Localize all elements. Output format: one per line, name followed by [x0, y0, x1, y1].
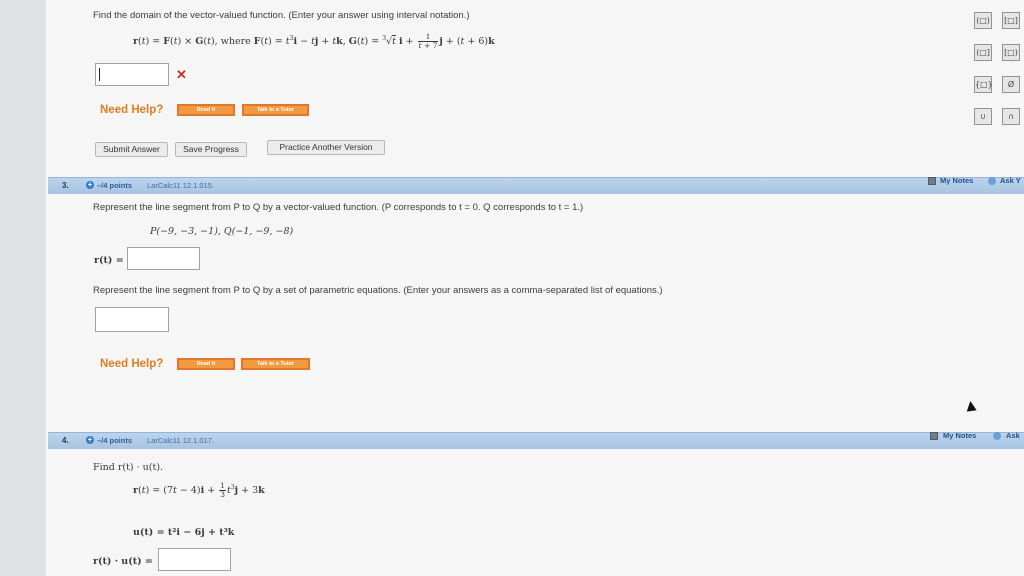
- q3-expand-icon[interactable]: +: [86, 181, 94, 189]
- q4-notes-icon[interactable]: [930, 432, 938, 440]
- practice-another-version-button[interactable]: Practice Another Version: [267, 140, 385, 155]
- q4-ask-link[interactable]: Ask: [1006, 431, 1020, 440]
- q2-read-it-button[interactable]: Read It: [177, 104, 235, 116]
- q4-answer-input[interactable]: [158, 548, 231, 571]
- q4-number: 4.: [62, 436, 69, 445]
- q4-expand-icon[interactable]: +: [86, 436, 94, 444]
- set-braces-button[interactable]: {□}: [974, 76, 993, 93]
- left-margin: [0, 0, 46, 576]
- q3-notes-icon[interactable]: [928, 177, 936, 185]
- closed-interval-button[interactable]: [□]: [1002, 12, 1020, 29]
- empty-set-button[interactable]: Ø: [1002, 76, 1020, 93]
- q4-source-link[interactable]: LarCalc11 12.1.017.: [147, 436, 214, 445]
- q3-read-it-button[interactable]: Read It: [177, 358, 235, 370]
- q3-parametric-answer-input[interactable]: [95, 307, 169, 332]
- q2-need-help-label: Need Help?: [100, 104, 164, 116]
- q4-u-definition: u(t) = t²i − 6j + t³k: [133, 527, 235, 538]
- q3-r-label: r(t) =: [94, 255, 124, 266]
- q3-talk-to-tutor-button[interactable]: Talk to a Tutor: [241, 358, 310, 370]
- intersection-button[interactable]: ∩: [1002, 108, 1020, 125]
- submit-answer-button[interactable]: Submit Answer: [95, 142, 168, 157]
- q2-prompt: Find the domain of the vector-valued fun…: [93, 10, 470, 21]
- incorrect-x-icon: ✕: [176, 67, 187, 82]
- q3-points: –/4 points: [97, 181, 133, 190]
- q2-talk-to-tutor-button[interactable]: Talk to a Tutor: [242, 104, 309, 116]
- q4-r-definition: r(t) = (7t − 4)i + 1 3 t3j + 3k: [133, 481, 265, 499]
- q3-my-notes-link[interactable]: My Notes: [940, 176, 973, 185]
- q3-prompt-parametric: Represent the line segment from P to Q b…: [93, 285, 663, 296]
- q2-answer-input[interactable]: [95, 63, 169, 86]
- q4-answer-label: r(t) · u(t) =: [93, 556, 153, 567]
- text-cursor: [99, 68, 100, 81]
- q3-ask-link[interactable]: Ask Y: [1000, 176, 1021, 185]
- q4-points: –/4 points: [97, 436, 133, 445]
- q4-my-notes-link[interactable]: My Notes: [943, 431, 976, 440]
- q3-prompt-vector: Represent the line segment from P to Q b…: [93, 202, 584, 213]
- q3-need-help-label: Need Help?: [100, 358, 164, 370]
- q4-ask-icon[interactable]: [993, 432, 1001, 440]
- q3-vector-answer-input[interactable]: [127, 247, 200, 270]
- q3-ask-icon[interactable]: [988, 177, 996, 185]
- q2-function-definition: r(t) = F(t) × G(t), where F(t) = t3i − t…: [133, 32, 495, 50]
- q3-number: 3.: [62, 181, 69, 190]
- union-button[interactable]: ∪: [974, 108, 992, 125]
- mouse-pointer-icon: [965, 400, 977, 412]
- half-open-left-interval-button[interactable]: [□): [1002, 44, 1020, 61]
- half-open-right-interval-button[interactable]: (□]: [974, 44, 992, 61]
- save-progress-button[interactable]: Save Progress: [175, 142, 247, 157]
- open-interval-button[interactable]: (□): [974, 12, 992, 29]
- q3-source-link[interactable]: LarCalc11 12.1.015.: [147, 181, 214, 190]
- q3-points-given: P(−9, −3, −1), Q(−1, −9, −8): [150, 226, 294, 237]
- q4-prompt: Find r(t) · u(t).: [93, 462, 164, 473]
